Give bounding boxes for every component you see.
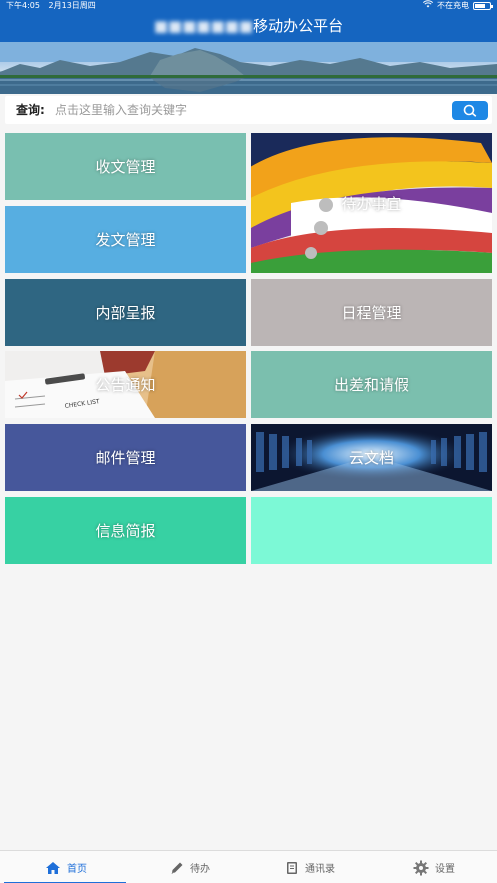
tile-cloud-documents[interactable]: 云文档	[251, 424, 492, 491]
tab-label: 通讯录	[305, 864, 335, 875]
tile-mail[interactable]: 邮件管理	[5, 424, 246, 491]
page-title: ■■■■■■■移动办公平台	[0, 14, 497, 38]
search-bar: 查询:	[5, 96, 492, 124]
tile-label: 收文管理	[95, 158, 156, 176]
app-header: 下午4:05 2月13日周四 不在充电 ■■■■■■■移动办公平台	[0, 0, 497, 42]
battery-icon	[473, 2, 493, 10]
tile-label: 公告通知	[95, 376, 156, 394]
tab-pending[interactable]: 待办	[128, 851, 252, 883]
tab-home[interactable]: 首页	[4, 851, 128, 883]
search-input[interactable]	[55, 100, 445, 120]
tile-incoming-documents[interactable]: 收文管理	[5, 133, 246, 200]
title-prefix-redacted: ■■■■■■■	[153, 17, 254, 35]
home-icon	[46, 861, 60, 874]
search-button[interactable]	[452, 101, 488, 120]
tab-label: 设置	[435, 864, 455, 875]
mountain-lake-image	[0, 42, 497, 94]
wifi-icon	[422, 0, 434, 12]
tab-settings[interactable]: 设置	[372, 851, 496, 883]
tile-schedule[interactable]: 日程管理	[251, 279, 492, 346]
bottom-tab-bar: 首页 待办 通讯录 设置	[0, 850, 497, 883]
tile-label: 邮件管理	[95, 449, 156, 467]
status-date: 2月13日周四	[48, 1, 96, 10]
tile-travel-leave[interactable]: 出差和请假	[251, 351, 492, 418]
tab-label: 待办	[190, 864, 210, 875]
tab-label: 首页	[67, 864, 87, 875]
title-text: 移动办公平台	[253, 17, 344, 35]
tile-label: 日程管理	[341, 304, 402, 322]
tab-contacts[interactable]: 通讯录	[248, 851, 372, 883]
tile-outgoing-documents[interactable]: 发文管理	[5, 206, 246, 273]
pencil-icon	[171, 862, 183, 874]
tile-label: 发文管理	[95, 231, 156, 249]
tile-label: 出差和请假	[333, 376, 409, 394]
status-time: 下午4:05	[6, 1, 40, 10]
search-label: 查询:	[16, 103, 45, 117]
tile-pending-tasks[interactable]: 待办事宜	[251, 133, 492, 273]
tile-label: 内部呈报	[95, 304, 156, 322]
address-book-icon	[287, 861, 297, 874]
tile-internal-reports[interactable]: 内部呈报	[5, 279, 246, 346]
charging-status: 不在充电	[437, 1, 469, 10]
landscape-banner	[0, 42, 497, 94]
tile-label: 待办事宜	[341, 194, 402, 213]
status-bar: 下午4:05 2月13日周四 不在充电	[0, 0, 497, 12]
search-icon	[463, 104, 477, 117]
gear-icon	[413, 860, 429, 875]
tile-label: 信息简报	[95, 522, 156, 540]
tile-empty	[251, 497, 492, 564]
tile-label: 云文档	[348, 449, 394, 467]
tile-announcements[interactable]: CHECK LIST 公告通知	[5, 351, 246, 418]
tile-info-bulletin[interactable]: 信息简报	[5, 497, 246, 564]
